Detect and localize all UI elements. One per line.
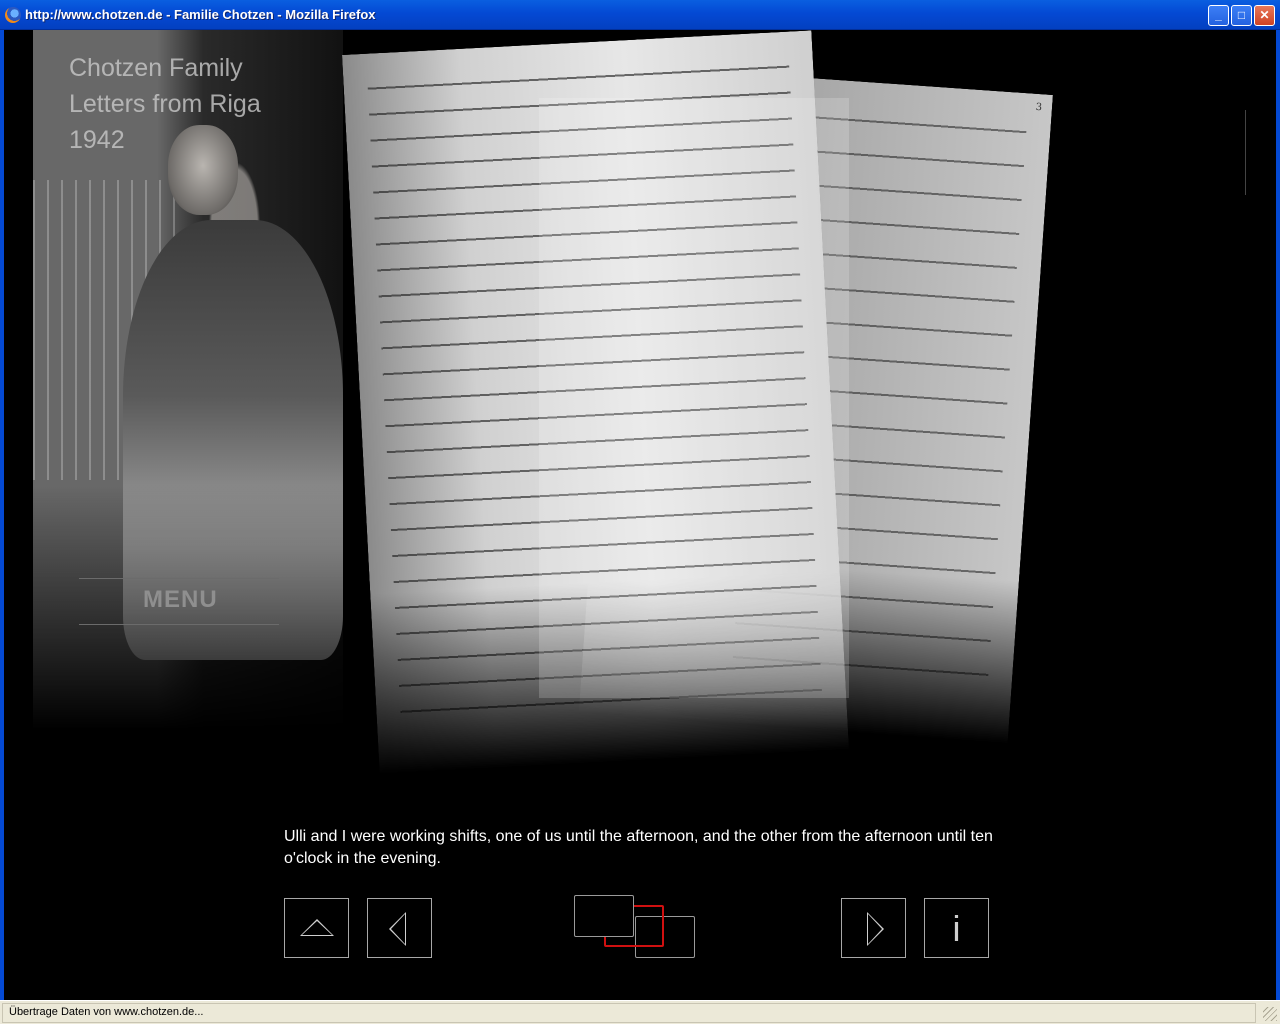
close-button[interactable]: ✕ [1254,5,1275,26]
triangle-right-icon [867,912,884,946]
triangle-left-icon [389,912,406,946]
page-title: Chotzen Family Letters from Riga 1942 [69,50,261,158]
page-thumbnail-icon [574,895,634,937]
window-border-right [1276,30,1280,1000]
menu-divider-top [79,578,279,579]
status-panel: Übertrage Daten von www.chotzen.de... [2,1003,1256,1023]
menu-button[interactable]: MENU [143,586,218,614]
status-text: Übertrage Daten von www.chotzen.de... [9,1006,204,1018]
next-button[interactable] [841,898,906,958]
letter-highlight-overlay [539,98,849,698]
page-overview-button[interactable] [574,895,699,960]
title-line-family: Chotzen Family [69,54,243,82]
window-titlebar: http://www.chotzen.de - Familie Chotzen … [0,0,1280,30]
title-line-year: 1942 [69,126,125,154]
maximize-button[interactable]: □ [1231,5,1252,26]
previous-button[interactable] [367,898,432,958]
scroll-indicator [1245,110,1246,195]
info-icon: i [952,908,961,949]
up-button[interactable] [284,898,349,958]
resize-grip-icon[interactable] [1263,1007,1277,1021]
status-bar: Übertrage Daten von www.chotzen.de... [0,1000,1280,1024]
page-content: 3 Chotzen Family Letters from Riga 1942 … [4,30,1276,1000]
info-button[interactable]: i [924,898,989,958]
triangle-up-icon [300,919,334,936]
title-line-letters: Letters from Riga [69,90,261,118]
window-title: http://www.chotzen.de - Familie Chotzen … [25,7,376,22]
letter-caption: Ulli and I were working shifts, one of u… [284,828,993,867]
menu-divider-bottom [79,624,279,625]
firefox-logo-icon [5,7,21,23]
minimize-button[interactable]: _ [1208,5,1229,26]
letter-page-number: 3 [1035,101,1043,114]
